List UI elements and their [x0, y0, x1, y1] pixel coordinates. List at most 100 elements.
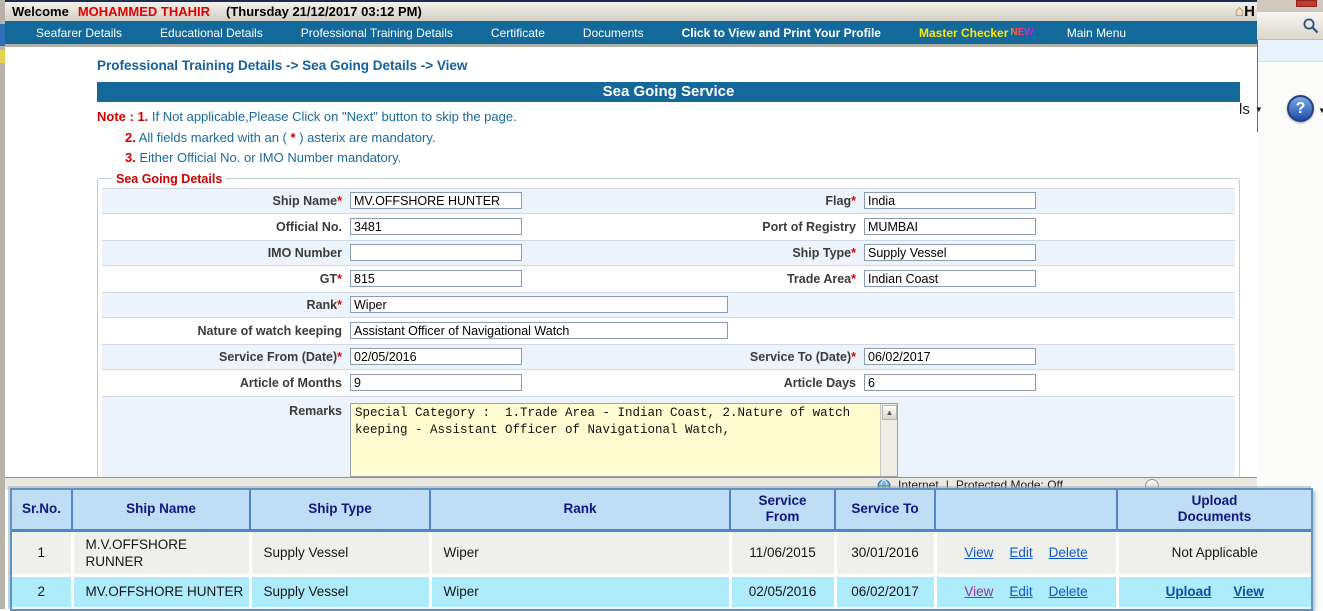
- view-link[interactable]: View: [964, 584, 993, 599]
- field-label-trade-area: Trade Area*: [522, 272, 864, 286]
- cell-sr-no: 2: [12, 575, 72, 608]
- gt-input[interactable]: [350, 270, 522, 287]
- trade-area-input[interactable]: [864, 270, 1036, 287]
- note-3: 3. Either Official No. or IMO Number man…: [97, 148, 1257, 169]
- field-label-ship-type: Ship Type*: [522, 246, 864, 260]
- home-icon[interactable]: ⌂H: [1234, 3, 1255, 21]
- form-row: Article of Months Article Days: [102, 370, 1235, 396]
- form-row-remarks: Remarks Special Category : 1.Trade Area …: [102, 396, 1235, 478]
- sea-going-details-fieldset: Sea Going Details Ship Name* Flag* Offic…: [97, 172, 1240, 478]
- col-header-sr-no: Sr.No.: [12, 490, 72, 530]
- col-header-actions: [935, 490, 1117, 530]
- watch-keeping-input[interactable]: [350, 322, 728, 339]
- notes: Note : 1. If Not applicable,Please Click…: [97, 107, 1257, 169]
- field-label-remarks: Remarks: [102, 397, 350, 418]
- cell-service-to: 30/01/2016: [835, 530, 935, 575]
- cell-upload-documents: Upload View: [1117, 575, 1311, 608]
- form-row: IMO Number Ship Type*: [102, 240, 1235, 266]
- main-nav: Seafarer Details Educational Details Pro…: [5, 21, 1257, 47]
- ship-type-input[interactable]: [864, 244, 1036, 261]
- col-header-ship-type: Ship Type: [250, 490, 430, 530]
- ship-name-input[interactable]: [350, 192, 522, 209]
- help-button[interactable]: ?: [1287, 95, 1314, 122]
- view-link[interactable]: View: [964, 545, 993, 560]
- chevron-down-icon: ▼: [1255, 105, 1263, 114]
- port-of-registry-input[interactable]: [864, 218, 1036, 235]
- form-row: Service From (Date)* Service To (Date)*: [102, 344, 1235, 370]
- cell-actions: View Edit Delete: [935, 530, 1117, 575]
- remarks-textarea[interactable]: Special Category : 1.Trade Area - Indian…: [351, 404, 880, 476]
- upload-link[interactable]: Upload: [1166, 584, 1212, 599]
- delete-link[interactable]: Delete: [1049, 584, 1088, 599]
- textarea-scrollbar[interactable]: ▲: [880, 404, 897, 476]
- col-header-upload-documents: Upload Documents: [1117, 490, 1311, 530]
- field-label-watch-keeping: Nature of watch keeping: [102, 324, 350, 338]
- cell-upload-documents: Not Applicable: [1117, 530, 1311, 575]
- field-label-flag: Flag*: [522, 194, 864, 208]
- official-no-input[interactable]: [350, 218, 522, 235]
- nav-main-menu[interactable]: Main Menu: [1048, 26, 1145, 40]
- cell-service-from: 02/05/2016: [730, 575, 835, 608]
- field-label-gt: GT*: [102, 272, 350, 286]
- edit-link[interactable]: Edit: [1009, 545, 1032, 560]
- field-label-imo-number: IMO Number: [102, 246, 350, 260]
- article-days-input[interactable]: [864, 374, 1036, 391]
- nav-certificate[interactable]: Certificate: [472, 26, 564, 40]
- nav-master-checker[interactable]: Master Checker: [900, 26, 1010, 40]
- imo-number-input[interactable]: [350, 244, 522, 261]
- help-icon: ?: [1296, 100, 1306, 117]
- form-row: Rank*: [102, 292, 1235, 318]
- delete-link[interactable]: Delete: [1049, 545, 1088, 560]
- nav-professional-training-details[interactable]: Professional Training Details: [282, 26, 472, 40]
- service-to-input[interactable]: [864, 348, 1036, 365]
- cell-ship-type: Supply Vessel: [250, 575, 430, 608]
- field-label-ship-name: Ship Name*: [102, 194, 350, 208]
- cell-sr-no: 1: [12, 530, 72, 575]
- col-header-ship-name: Ship Name: [72, 490, 250, 530]
- page-title: Sea Going Service: [603, 83, 735, 100]
- search-icon[interactable]: [1302, 17, 1320, 35]
- rank-input[interactable]: [350, 296, 728, 313]
- upload-view-link[interactable]: View: [1233, 584, 1264, 599]
- nav-view-print-profile[interactable]: Click to View and Print Your Profile: [663, 26, 900, 40]
- window-titlebar: Welcome MOHAMMED THAHIR (Thursday 21/12/…: [5, 0, 1257, 21]
- nav-seafarer-details[interactable]: Seafarer Details: [17, 26, 141, 40]
- cell-actions: View Edit Delete: [935, 575, 1117, 608]
- welcome-label: Welcome: [12, 4, 69, 19]
- cell-service-from: 11/06/2015: [730, 530, 835, 575]
- form-row: Official No. Port of Registry: [102, 214, 1235, 240]
- browser-tools-fragment[interactable]: ls ▼: [1239, 101, 1263, 118]
- service-from-input[interactable]: [350, 348, 522, 365]
- browser-chrome-strip: [1257, 40, 1323, 62]
- page-title-bar: Sea Going Service: [97, 82, 1240, 102]
- tools-label-fragment: ls: [1239, 101, 1250, 118]
- browser-titlebar-fragment: [1257, 0, 1323, 12]
- col-header-service-from: Service From: [730, 490, 835, 530]
- browser-search-toolbar: [1257, 12, 1323, 40]
- col-header-rank: Rank: [430, 490, 730, 530]
- fieldset-legend: Sea Going Details: [112, 172, 226, 186]
- field-label-article-months: Article of Months: [102, 376, 350, 390]
- username: MOHAMMED THAHIR: [78, 4, 210, 19]
- scrollbar-up-icon[interactable]: ▲: [882, 405, 897, 420]
- nav-documents[interactable]: Documents: [564, 26, 663, 40]
- flag-input[interactable]: [864, 192, 1036, 209]
- note-1: Note : 1. If Not applicable,Please Click…: [97, 107, 1257, 128]
- form-row: Nature of watch keeping: [102, 318, 1235, 344]
- cell-ship-type: Supply Vessel: [250, 530, 430, 575]
- close-button-fragment[interactable]: [1296, 0, 1317, 7]
- form-row: Ship Name* Flag*: [102, 188, 1235, 214]
- field-label-service-to: Service To (Date)*: [522, 350, 864, 364]
- table-header-row: Sr.No. Ship Name Ship Type Rank Service …: [12, 490, 1311, 530]
- edit-link[interactable]: Edit: [1009, 584, 1032, 599]
- cell-ship-name: M.V.OFFSHORE RUNNER: [72, 530, 250, 575]
- field-label-article-days: Article Days: [522, 376, 864, 390]
- field-label-official-no: Official No.: [102, 220, 350, 234]
- cell-rank: Wiper: [430, 575, 730, 608]
- new-badge[interactable]: NEW: [1010, 27, 1033, 38]
- nav-educational-details[interactable]: Educational Details: [141, 26, 282, 40]
- note-2: 2. All fields marked with an ( * ) aster…: [97, 128, 1257, 149]
- cell-ship-name: MV.OFFSHORE HUNTER: [72, 575, 250, 608]
- article-months-input[interactable]: [350, 374, 522, 391]
- form-row: GT* Trade Area*: [102, 266, 1235, 292]
